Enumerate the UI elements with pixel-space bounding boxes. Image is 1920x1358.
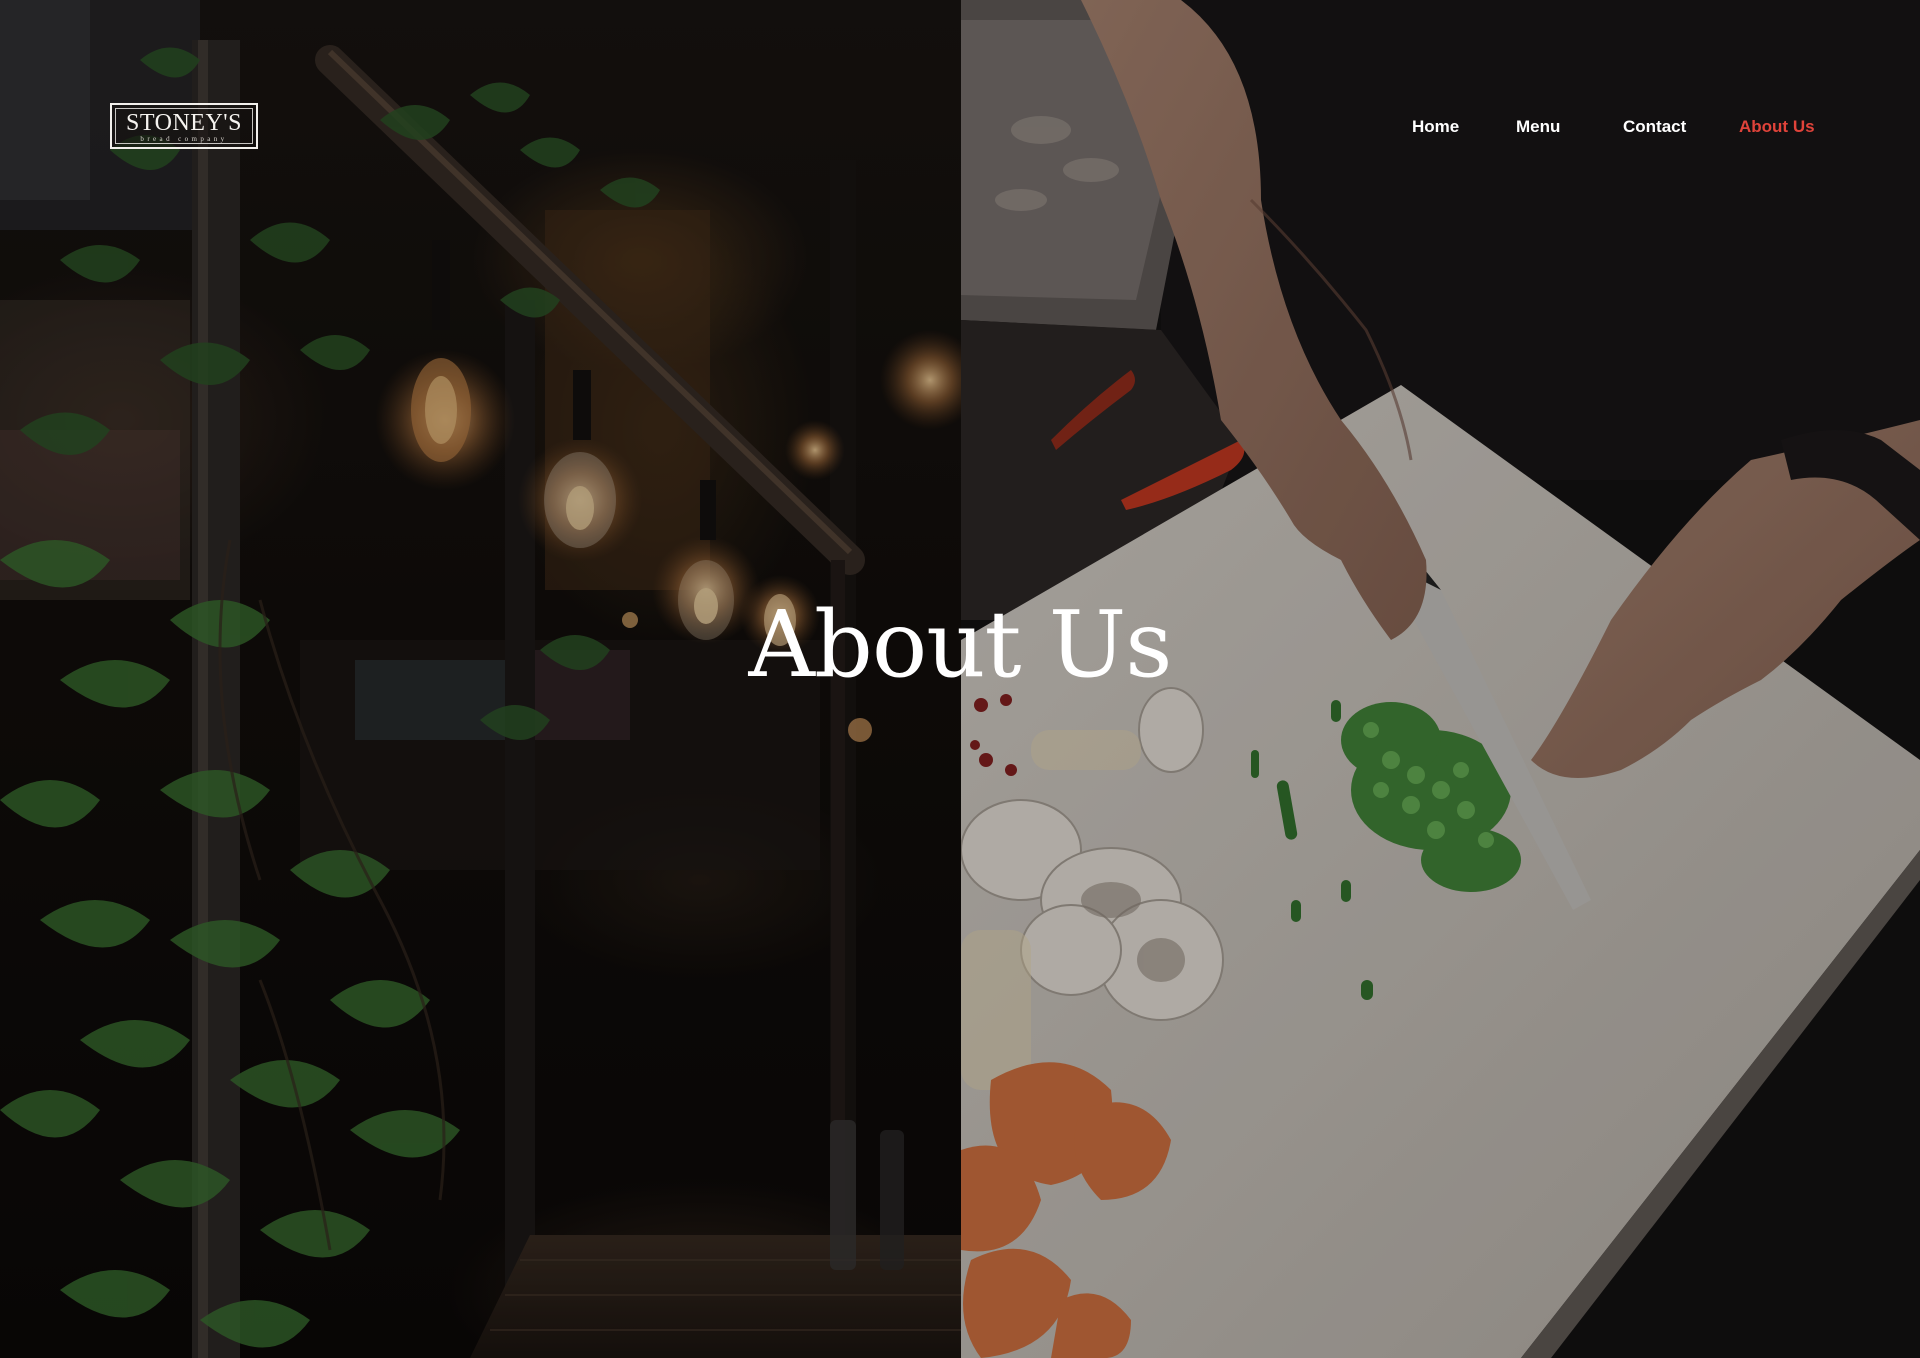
page-title: About Us	[748, 591, 1173, 698]
nav-link-menu[interactable]: Menu	[1516, 117, 1560, 137]
brand-logo[interactable]: STONEY'S bread company	[110, 103, 258, 149]
nav-link-contact[interactable]: Contact	[1623, 117, 1686, 137]
logo-wordmark: STONEY'S	[126, 110, 242, 136]
nav-link-about-us[interactable]: About Us	[1739, 117, 1815, 137]
nav-link-home[interactable]: Home	[1412, 117, 1459, 137]
hero-section: STONEY'S bread company Home Menu Contact…	[0, 0, 1920, 1358]
logo-tagline: bread company	[140, 135, 228, 143]
